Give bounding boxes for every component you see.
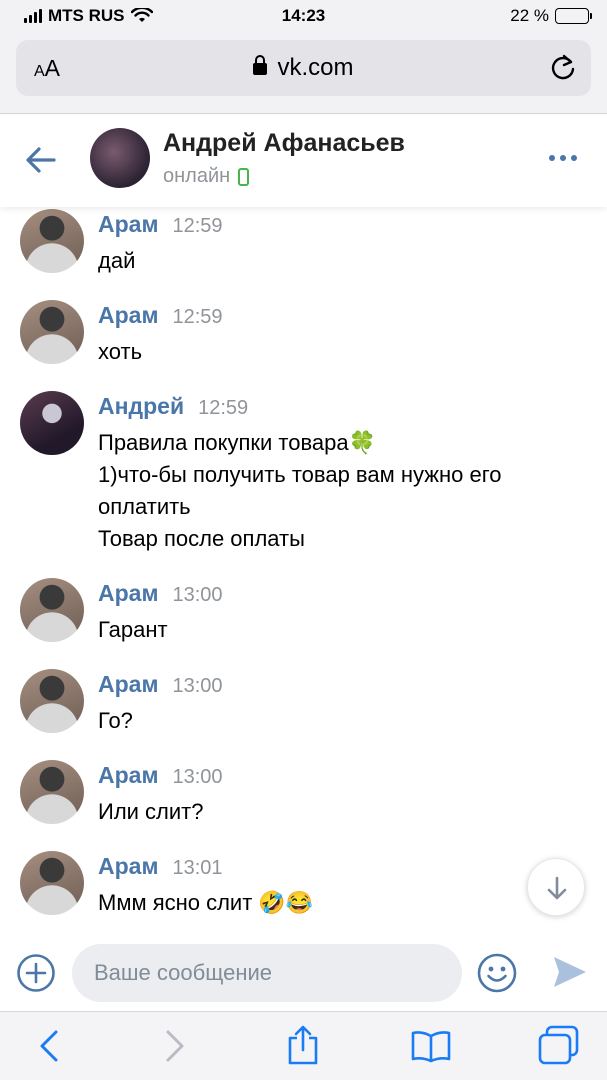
message-time: 13:01 — [172, 857, 223, 879]
sender-avatar[interactable] — [20, 760, 84, 824]
message-composer — [0, 935, 607, 1011]
message-text: Или слит? — [98, 799, 204, 824]
sender-avatar[interactable] — [20, 391, 84, 455]
chat-avatar[interactable] — [90, 128, 150, 188]
address-bar[interactable]: AA vk.com — [16, 40, 591, 96]
message-text: Ммм ясно слит 🤣😂 — [98, 890, 314, 915]
sender-avatar[interactable] — [20, 851, 84, 915]
bookmarks-icon[interactable] — [410, 1028, 452, 1064]
message-author[interactable]: Арам — [98, 853, 158, 880]
chat-title[interactable]: Андрей Афанасьев — [163, 129, 405, 158]
url-text: vk.com — [277, 54, 354, 81]
battery-icon — [555, 8, 592, 24]
reload-icon[interactable] — [549, 53, 577, 83]
lock-icon — [253, 55, 268, 75]
sender-avatar[interactable] — [20, 578, 84, 642]
browser-forward-icon[interactable] — [162, 1028, 188, 1064]
message-text: Гарант — [98, 617, 168, 642]
message-input[interactable] — [72, 944, 462, 1002]
message-time: 13:00 — [172, 766, 223, 788]
message-author[interactable]: Арам — [98, 580, 158, 607]
add-attachment-icon[interactable] — [16, 953, 56, 993]
status-bar: MTS RUS 14:23 22 % — [0, 0, 607, 34]
message-text: хоть — [98, 339, 143, 364]
message-author[interactable]: Арам — [98, 762, 158, 789]
arrow-down-icon — [547, 876, 567, 900]
mobile-online-icon — [238, 167, 250, 186]
sender-avatar[interactable] — [20, 300, 84, 364]
share-icon[interactable] — [286, 1024, 320, 1066]
message-time: 13:00 — [172, 675, 223, 697]
message-time: 12:59 — [198, 397, 249, 419]
online-status-label: онлайн — [163, 165, 231, 187]
browser-address-area: AA vk.com — [0, 34, 607, 114]
message-author[interactable]: Арам — [98, 671, 158, 698]
more-options-icon[interactable] — [549, 155, 577, 161]
message-text: Правила покупки товара🍀 1)что-бы получит… — [98, 430, 502, 551]
message-time: 13:00 — [172, 584, 223, 606]
emoji-icon[interactable] — [476, 952, 518, 994]
message-text: дай — [98, 248, 136, 273]
message-author[interactable]: Арам — [98, 302, 158, 329]
tabs-icon[interactable] — [537, 1024, 581, 1066]
browser-toolbar — [0, 1011, 607, 1080]
battery-percent: 22 % — [510, 6, 549, 25]
message-author[interactable]: Арам — [98, 211, 158, 238]
scroll-to-bottom-button[interactable] — [527, 858, 585, 916]
sender-avatar[interactable] — [20, 209, 84, 273]
send-icon[interactable] — [552, 955, 588, 989]
message-list[interactable]: Арам 12:59 дай Арам 12:59 хоть Андрей 12:59… — [0, 207, 607, 935]
message-author[interactable]: Андрей — [98, 393, 184, 420]
online-status: онлайн — [163, 165, 250, 188]
message-time: 12:59 — [172, 215, 223, 237]
back-arrow-icon[interactable] — [24, 143, 58, 177]
sender-avatar[interactable] — [20, 669, 84, 733]
message-text: Го? — [98, 708, 133, 733]
message-time: 12:59 — [172, 306, 223, 328]
chat-header: Андрей Афанасьев онлайн — [0, 115, 607, 207]
browser-back-icon[interactable] — [36, 1028, 62, 1064]
